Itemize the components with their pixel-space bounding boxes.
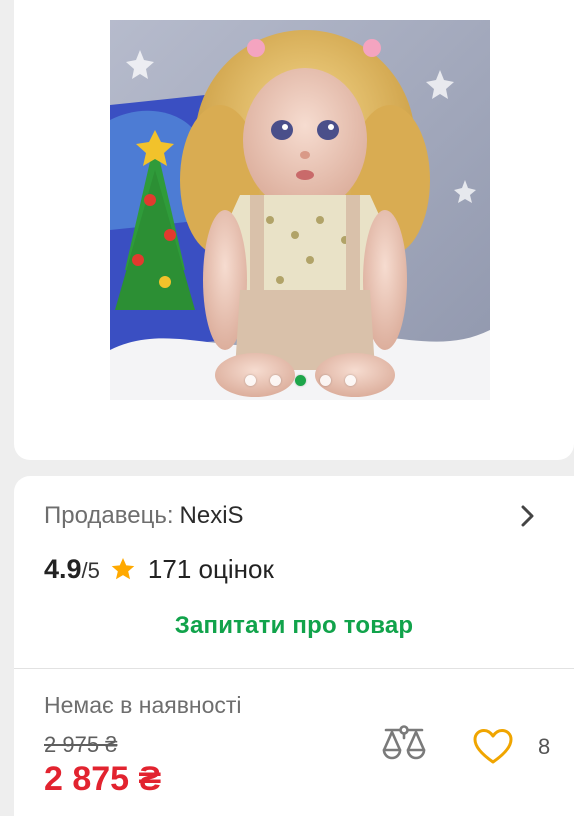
heart-icon[interactable] (472, 728, 514, 766)
gallery-dot[interactable] (244, 375, 256, 386)
doll-photo (110, 20, 490, 400)
product-gallery-card (14, 0, 574, 460)
seller-row[interactable]: Продавець: NexiS (44, 498, 554, 534)
reviews-count[interactable]: 171 оцінок (148, 554, 274, 585)
gallery-dot[interactable] (319, 375, 331, 386)
current-price: 2 875 ₴ (44, 760, 162, 798)
gallery-pagination[interactable] (110, 375, 490, 386)
star-icon (111, 557, 135, 580)
chevron-right-icon[interactable] (518, 504, 538, 528)
ask-about-product-link[interactable]: Запитати про товар (14, 612, 574, 640)
gallery-dot[interactable] (344, 375, 356, 386)
product-image[interactable] (110, 20, 490, 400)
product-info-card: Продавець: NexiS 4.9 /5 171 оцінок Запит… (14, 476, 574, 816)
seller-label: Продавець: (44, 502, 174, 529)
rating-value: 4.9 (44, 554, 82, 584)
old-price: 2 975 ₴ (44, 732, 118, 757)
rating-row[interactable]: 4.9 /5 171 оцінок (44, 552, 274, 586)
compare-scales-icon[interactable] (380, 724, 428, 766)
gallery-dot[interactable] (269, 375, 281, 386)
divider (14, 668, 574, 669)
favorites-count: 8 (538, 734, 551, 759)
availability-status: Немає в наявності (44, 692, 242, 718)
gallery-dot-active[interactable] (294, 375, 306, 386)
rating-max: /5 (81, 558, 100, 583)
seller-name[interactable]: NexiS (180, 502, 244, 530)
